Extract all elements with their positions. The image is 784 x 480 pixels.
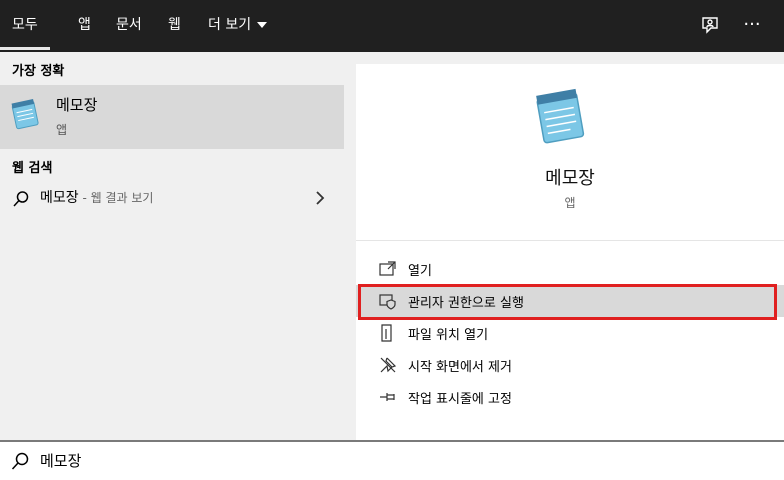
best-match-type: 앱 [56, 123, 68, 137]
best-match-heading: 가장 정확 [12, 64, 65, 79]
web-search-item[interactable]: 메모장 - 웹 결과 보기 [0, 182, 344, 214]
tab-more-label: 더 보기 [208, 17, 252, 33]
tab-apps-label: 앱 [78, 17, 91, 33]
search-input[interactable]: 메모장 [40, 450, 81, 471]
action-pin-to-taskbar-label: 작업 표시줄에 고정 [408, 392, 512, 407]
action-open[interactable]: 열기 [356, 253, 784, 285]
action-open-label: 열기 [408, 264, 432, 279]
tab-all-label: 모두 [12, 17, 38, 33]
tab-documents-label: 문서 [116, 17, 142, 33]
tab-all[interactable]: 모두 [0, 0, 50, 52]
tab-web-label: 웹 [168, 17, 181, 33]
pin-icon [378, 387, 398, 407]
file-location-icon [378, 323, 398, 343]
feedback-icon[interactable] [698, 14, 722, 38]
action-unpin-from-start-label: 시작 화면에서 제거 [408, 360, 512, 375]
results-panel: 가장 정확 메모장 앱 웹 검색 메모장 - 웹 결과 보기 [0, 52, 344, 440]
action-pin-to-taskbar[interactable]: 작업 표시줄에 고정 [356, 381, 784, 413]
tab-documents[interactable]: 문서 [116, 0, 142, 52]
search-scope-bar: 모두 앱 문서 웹 더 보기 ··· [0, 0, 784, 52]
action-open-file-location[interactable]: 파일 위치 열기 [356, 317, 784, 349]
notepad-icon [8, 97, 42, 135]
app-type: 앱 [564, 196, 576, 210]
app-detail-panel: 메모장 앱 열기 관리자 권한으로 실행 파일 위치 열기 시작 화면에서 제거… [356, 64, 784, 440]
tab-apps[interactable]: 앱 [78, 0, 91, 52]
best-match-title: 메모장 [56, 96, 98, 114]
more-options-icon[interactable]: ··· [740, 14, 764, 38]
action-open-file-location-label: 파일 위치 열기 [408, 328, 489, 343]
notepad-large-icon [528, 84, 592, 152]
search-icon [12, 190, 30, 212]
divider [356, 240, 784, 241]
highlight-box [358, 284, 777, 320]
chevron-right-icon [314, 190, 326, 210]
search-icon [10, 451, 30, 475]
web-query-suffix: - 웹 결과 보기 [78, 191, 154, 205]
open-icon [378, 259, 398, 279]
tab-more[interactable]: 더 보기 [208, 0, 268, 52]
web-search-heading: 웹 검색 [12, 161, 53, 176]
action-unpin-from-start[interactable]: 시작 화면에서 제거 [356, 349, 784, 381]
tab-web[interactable]: 웹 [168, 0, 181, 52]
web-search-query: 메모장 - 웹 결과 보기 [40, 187, 153, 207]
unpin-icon [378, 355, 398, 375]
web-query-text: 메모장 [40, 190, 79, 206]
best-match-item[interactable]: 메모장 앱 [0, 85, 344, 149]
search-box[interactable]: 메모장 [0, 440, 784, 480]
app-name: 메모장 [545, 168, 595, 189]
chevron-down-icon [257, 22, 268, 28]
